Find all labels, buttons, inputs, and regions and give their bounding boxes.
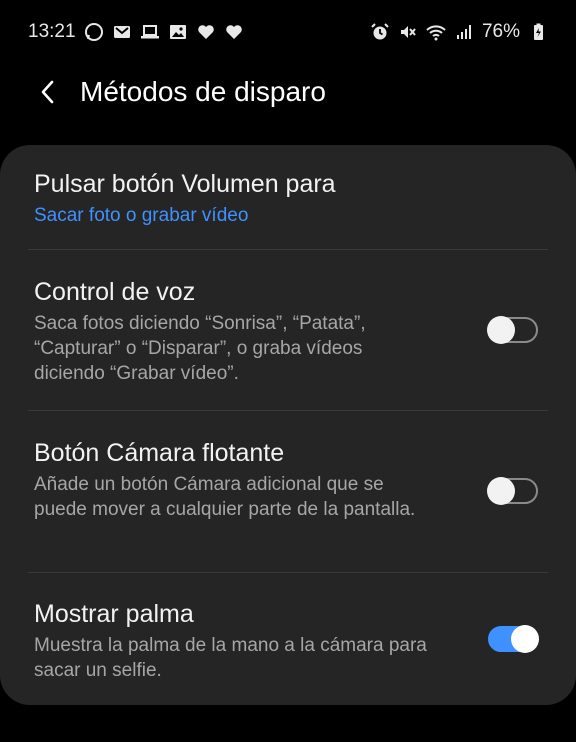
mute-icon: [398, 22, 418, 42]
image-icon: [168, 22, 188, 42]
battery-percent: 76%: [481, 21, 520, 42]
gmail-icon: [112, 22, 132, 42]
battery-icon: [528, 22, 548, 42]
back-button[interactable]: [34, 78, 62, 106]
voice-control-toggle[interactable]: [487, 316, 538, 344]
setting-title: Pulsar botón Volumen para: [34, 170, 336, 198]
toggle-knob: [511, 625, 539, 653]
setting-title: Control de voz: [34, 278, 196, 306]
divider: [28, 249, 548, 250]
setting-title: Botón Cámara flotante: [34, 439, 285, 467]
setting-volume-button[interactable]: Pulsar botón Volumen para Sacar foto o g…: [34, 169, 542, 228]
settings-card: Pulsar botón Volumen para Sacar foto o g…: [0, 145, 576, 705]
setting-show-palm[interactable]: Mostrar palma Muestra la palma de la man…: [34, 599, 542, 683]
status-bar: 13:21 76%: [0, 0, 576, 64]
divider: [28, 572, 548, 573]
status-right: 76%: [370, 21, 548, 43]
toggle-knob: [487, 316, 515, 344]
divider: [28, 410, 548, 411]
alarm-icon: [370, 22, 390, 42]
page-title: Métodos de disparo: [80, 76, 326, 107]
laptop-icon: [140, 22, 160, 42]
show-palm-toggle[interactable]: [488, 625, 539, 653]
setting-description: Muestra la palma de la mano a la cámara …: [34, 635, 427, 681]
toggle-knob: [487, 477, 515, 505]
heart-icon: [224, 22, 244, 42]
setting-value: Sacar foto o grabar vídeo: [34, 205, 249, 226]
setting-description: Saca fotos diciendo “Sonrisa”, “Patata”,…: [34, 313, 366, 384]
setting-title: Mostrar palma: [34, 600, 194, 628]
chevron-left-icon: [41, 80, 54, 104]
signal-icon: [454, 22, 474, 42]
setting-description: Añade un botón Cámara adicional que se p…: [34, 474, 416, 520]
status-left: 13:21: [28, 21, 244, 43]
status-time: 13:21: [28, 21, 76, 42]
floating-camera-toggle[interactable]: [487, 477, 538, 505]
setting-voice-control[interactable]: Control de voz Saca fotos diciendo “Sonr…: [34, 277, 542, 386]
header: Métodos de disparo: [0, 64, 576, 120]
whatsapp-icon: [84, 22, 104, 42]
wifi-icon: [426, 22, 446, 42]
heart-icon: [196, 22, 216, 42]
setting-floating-camera-button[interactable]: Botón Cámara flotante Añade un botón Cám…: [34, 438, 542, 522]
